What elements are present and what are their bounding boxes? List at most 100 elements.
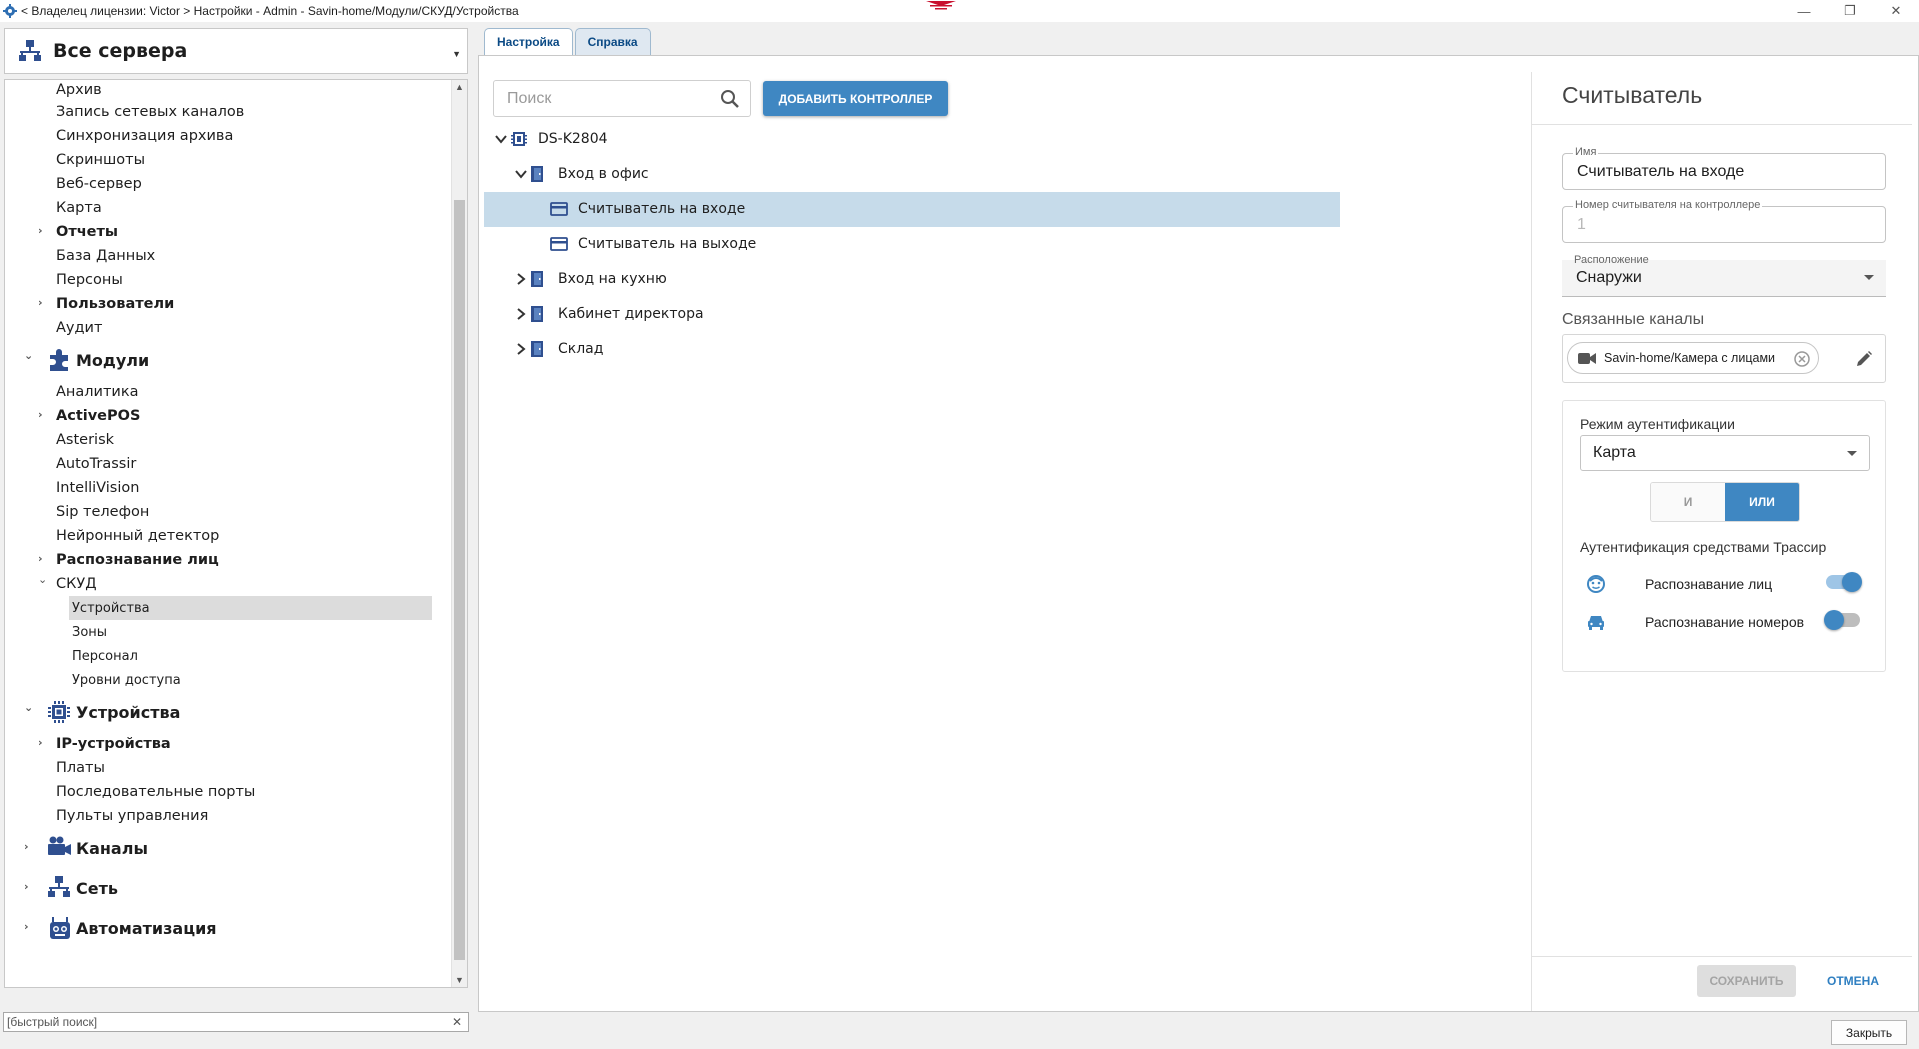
tree-item[interactable]: Нейронный детектор	[5, 524, 451, 548]
tree-item[interactable]: › Отчеты	[5, 220, 451, 244]
chevron-right-icon[interactable]: ›	[24, 920, 29, 933]
tree-item[interactable]: AutoTrassir	[5, 452, 451, 476]
car-icon	[1588, 616, 1604, 630]
close-button[interactable]: Закрыть	[1831, 1020, 1907, 1045]
chevron-right-icon[interactable]	[514, 342, 528, 356]
chevron-down-icon[interactable]: ⌄	[38, 573, 47, 586]
chevron-right-icon[interactable]: ›	[38, 224, 43, 237]
tree-item[interactable]: › ActivePOS	[5, 404, 451, 428]
tree-item[interactable]: › Пользователи	[5, 292, 451, 316]
tree-item[interactable]: Запись сетевых каналов	[5, 100, 451, 124]
tree-item[interactable]: Зоны	[5, 620, 451, 644]
network-icon	[19, 40, 41, 61]
chevron-right-icon[interactable]	[514, 272, 528, 286]
device-tree-row[interactable]: Вход на кухню	[484, 262, 1340, 297]
plate-recognition-row: Распознавание номеров	[1580, 607, 1870, 637]
clear-search-icon[interactable]: ✕	[452, 1015, 462, 1029]
face-icon	[1587, 575, 1605, 593]
logic-toggle-group: И ИЛИ	[1650, 482, 1800, 522]
device-tree-row[interactable]: Считыватель на выходе	[484, 227, 1340, 262]
reader-number-value: 1	[1577, 216, 1586, 233]
tree-item[interactable]: База Данных	[5, 244, 451, 268]
server-select[interactable]: Все сервера ▼	[4, 28, 468, 74]
tree-item[interactable]: Архив	[5, 80, 451, 100]
tree-item[interactable]: › Распознавание лиц	[5, 548, 451, 572]
name-field[interactable]: Имя Считыватель на входе	[1562, 146, 1886, 190]
add-controller-button[interactable]: ДОБАВИТЬ КОНТРОЛЛЕР	[763, 81, 948, 116]
plate-recognition-toggle[interactable]	[1824, 610, 1860, 630]
device-tree-row[interactable]: Кабинет директора	[484, 297, 1340, 332]
search-icon[interactable]	[720, 89, 740, 109]
chevron-right-icon[interactable]: ›	[38, 736, 43, 749]
tree-item[interactable]: IntelliVision	[5, 476, 451, 500]
device-tree-row[interactable]: Считыватель на входе	[484, 192, 1340, 227]
edit-pencil-icon[interactable]	[1855, 350, 1873, 368]
quick-search-input[interactable]: [быстрый поиск] ✕	[3, 1012, 469, 1032]
chevron-right-icon[interactable]: ›	[24, 840, 29, 853]
chevron-right-icon[interactable]: ›	[38, 408, 43, 421]
logic-or-button[interactable]: ИЛИ	[1725, 483, 1799, 521]
tree-item[interactable]: Персонал	[5, 644, 451, 668]
tree-item[interactable]: Аналитика	[5, 380, 451, 404]
auth-mode-select[interactable]: Карта	[1580, 435, 1870, 471]
channel-chip[interactable]: Savin-home/Камера с лицами	[1567, 342, 1819, 374]
tree-item[interactable]: Уровни доступа	[5, 668, 451, 692]
tree-item[interactable]: Последовательные порты	[5, 780, 451, 804]
tree-item[interactable]: › Каналы	[5, 828, 451, 868]
settings-tree: ▲ ▼ Архив Запись сетевых каналов Синхрониз…	[4, 79, 468, 988]
chevron-right-icon[interactable]: ›	[24, 880, 29, 893]
chevron-down-icon[interactable]: ⌄	[24, 349, 33, 362]
tree-item[interactable]: Пульты управления	[5, 804, 451, 828]
chevron-right-icon[interactable]	[514, 307, 528, 321]
tree-scrollbar[interactable]: ▲ ▼	[451, 80, 467, 987]
location-select[interactable]: Расположение Снаружи	[1562, 254, 1886, 297]
device-tree-row[interactable]: Склад	[484, 332, 1340, 367]
chevron-right-icon[interactable]: ›	[38, 296, 43, 309]
search-input[interactable]: Поиск	[493, 80, 751, 117]
reader-panel: Считыватель Имя Считыватель на входе Ном…	[1531, 72, 1912, 1011]
door-icon	[530, 165, 544, 187]
tree-item[interactable]: ⌄ СКУД	[5, 572, 451, 596]
toggle-knob	[1842, 572, 1862, 592]
tree-item[interactable]: Карта	[5, 196, 451, 220]
logic-and-button[interactable]: И	[1651, 483, 1725, 521]
tab-settings[interactable]: Настройка	[484, 28, 573, 55]
device-tree-label: Вход в офис	[558, 166, 649, 182]
tree-item[interactable]: Веб-сервер	[5, 172, 451, 196]
tree-item[interactable]: ⌄ Устройства	[5, 692, 451, 732]
tree-item[interactable]: › IP-устройства	[5, 732, 451, 756]
restore-button[interactable]: ❐	[1827, 0, 1873, 22]
cancel-button[interactable]: ОТМЕНА	[1818, 965, 1888, 997]
camera-icon	[46, 835, 72, 861]
tree-item[interactable]: Аудит	[5, 316, 451, 340]
tree-item[interactable]: Устройства	[69, 596, 432, 620]
tree-item[interactable]: › Автоматизация	[5, 908, 451, 948]
tree-item[interactable]: Скриншоты	[5, 148, 451, 172]
tree-item[interactable]: ⌄ Модули	[5, 340, 451, 380]
tree-item[interactable]: Sip телефон	[5, 500, 451, 524]
tree-item-label: Распознавание лиц	[56, 552, 219, 568]
face-recognition-toggle[interactable]	[1826, 572, 1862, 592]
tree-item-label: Персоны	[56, 272, 123, 288]
tree-item[interactable]: Синхронизация архива	[5, 124, 451, 148]
tree-item[interactable]: Платы	[5, 756, 451, 780]
save-button[interactable]: СОХРАНИТЬ	[1697, 965, 1796, 997]
tab-help[interactable]: Справка	[574, 28, 651, 55]
remove-chip-icon[interactable]	[1794, 351, 1810, 367]
device-tree-row[interactable]: DS-K2804	[484, 122, 1340, 157]
tree-item[interactable]: Персоны	[5, 268, 451, 292]
close-window-button[interactable]: ✕	[1873, 0, 1919, 22]
scroll-up-icon[interactable]: ▲	[455, 82, 464, 92]
linked-channels-label: Связанные каналы	[1562, 311, 1705, 328]
chevron-down-icon[interactable]: ⌄	[24, 701, 33, 714]
name-field-value: Считыватель на входе	[1577, 163, 1745, 180]
chevron-right-icon[interactable]: ›	[38, 552, 43, 565]
tree-item[interactable]: Asterisk	[5, 428, 451, 452]
chevron-down-icon[interactable]	[494, 132, 508, 146]
chevron-down-icon[interactable]	[514, 167, 528, 181]
scrollbar-thumb[interactable]	[454, 200, 465, 960]
minimize-button[interactable]: —	[1781, 0, 1827, 22]
scroll-down-icon[interactable]: ▼	[455, 975, 464, 985]
tree-item[interactable]: › Сеть	[5, 868, 451, 908]
device-tree-row[interactable]: Вход в офис	[484, 157, 1340, 192]
